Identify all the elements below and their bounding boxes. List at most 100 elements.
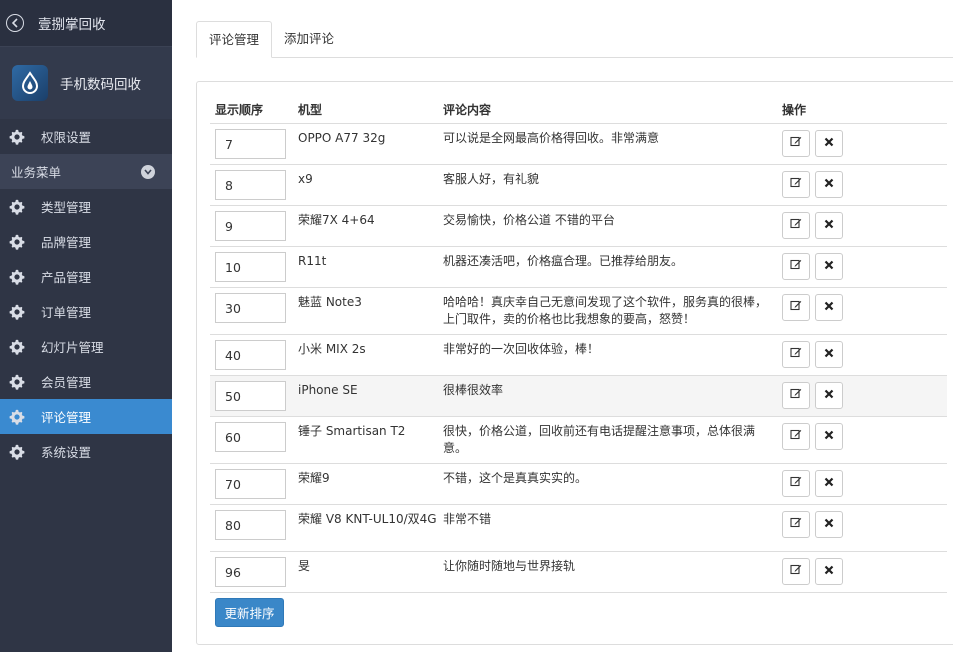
row-actions <box>782 470 947 497</box>
edit-button[interactable] <box>782 423 810 450</box>
update-sort-button[interactable]: 更新排序 <box>215 598 284 627</box>
order-cell <box>210 164 293 206</box>
edit-icon <box>790 475 802 492</box>
delete-button[interactable] <box>815 558 843 585</box>
sidebar-item[interactable]: 幻灯片管理 <box>0 329 172 364</box>
order-input[interactable] <box>215 469 286 499</box>
order-cell <box>210 123 293 165</box>
order-input[interactable] <box>215 340 286 370</box>
order-input[interactable] <box>215 381 286 411</box>
col-header-model: 机型 <box>293 96 438 124</box>
sidebar-item[interactable]: 系统设置 <box>0 434 172 469</box>
content-cell: 不错，这个是真真实实的。 <box>438 463 777 505</box>
delete-button[interactable] <box>815 382 843 409</box>
delete-button[interactable] <box>815 341 843 368</box>
sidebar-item-label: 幻灯片管理 <box>41 340 104 355</box>
edit-button[interactable] <box>782 511 810 538</box>
close-icon <box>824 346 834 363</box>
sidebar-item[interactable]: 评论管理 <box>0 399 172 434</box>
close-icon <box>824 428 834 445</box>
table-row: iPhone SE很棒很效率 <box>210 375 947 417</box>
delete-button[interactable] <box>815 470 843 497</box>
order-input[interactable] <box>215 211 286 241</box>
edit-button[interactable] <box>782 294 810 321</box>
content-cell: 让你随时随地与世界接轨 <box>438 551 777 593</box>
order-input[interactable] <box>215 293 286 323</box>
model-cell: iPhone SE <box>293 375 438 417</box>
gear-icon <box>9 234 25 250</box>
order-input[interactable] <box>215 422 286 452</box>
sidebar-item[interactable]: 类型管理 <box>0 189 172 224</box>
table-row: x9客服人好，有礼貌 <box>210 164 947 206</box>
delete-button[interactable] <box>815 511 843 538</box>
model-cell: 旻 <box>293 551 438 593</box>
chevron-down-icon <box>141 164 155 179</box>
table-row: 荣耀7X 4+64交易愉快，价格公道 不错的平台 <box>210 205 947 247</box>
gear-icon <box>9 199 25 215</box>
edit-button[interactable] <box>782 341 810 368</box>
order-input[interactable] <box>215 510 286 540</box>
close-icon <box>824 258 834 275</box>
delete-button[interactable] <box>815 212 843 239</box>
row-actions <box>782 171 947 198</box>
sidebar-item[interactable]: 品牌管理 <box>0 224 172 259</box>
order-cell <box>210 551 293 593</box>
sidebar-item-label: 权限设置 <box>41 130 92 145</box>
table-row: OPPO A77 32g可以说是全网最高价格得回收。非常满意 <box>210 123 947 165</box>
row-actions <box>782 294 947 321</box>
delete-button[interactable] <box>815 294 843 321</box>
sidebar-item-label: 会员管理 <box>41 375 92 390</box>
delete-button[interactable] <box>815 253 843 280</box>
edit-button[interactable] <box>782 253 810 280</box>
content-cell: 很棒很效率 <box>438 375 777 417</box>
sidebar-item[interactable]: 会员管理 <box>0 364 172 399</box>
edit-icon <box>790 563 802 580</box>
sidebar-section-business[interactable]: 业务菜单 <box>0 154 172 189</box>
back-icon[interactable] <box>6 14 24 32</box>
edit-button[interactable] <box>782 558 810 585</box>
model-cell: 荣耀9 <box>293 463 438 505</box>
sidebar-item-label: 评论管理 <box>41 410 92 425</box>
table-row: 荣耀9不错，这个是真真实实的。 <box>210 463 947 505</box>
order-input[interactable] <box>215 129 286 159</box>
ops-cell <box>777 504 947 552</box>
sidebar-item-label: 类型管理 <box>41 200 92 215</box>
edit-button[interactable] <box>782 470 810 497</box>
delete-button[interactable] <box>815 171 843 198</box>
ops-cell <box>777 287 947 335</box>
order-input[interactable] <box>215 557 286 587</box>
ops-cell <box>777 375 947 417</box>
delete-button[interactable] <box>815 130 843 157</box>
delete-button[interactable] <box>815 423 843 450</box>
col-header-order: 显示顺序 <box>210 96 293 124</box>
row-actions <box>782 423 947 450</box>
row-actions <box>782 558 947 585</box>
model-cell: 荣耀7X 4+64 <box>293 205 438 247</box>
sidebar-item[interactable]: 产品管理 <box>0 259 172 294</box>
order-cell <box>210 463 293 505</box>
edit-button[interactable] <box>782 212 810 239</box>
edit-button[interactable] <box>782 171 810 198</box>
edit-button[interactable] <box>782 382 810 409</box>
water-drop-icon <box>12 65 48 101</box>
sidebar-item-label: 系统设置 <box>41 445 92 460</box>
gear-icon <box>9 269 25 285</box>
order-input[interactable] <box>215 252 286 282</box>
sidebar-item[interactable]: 订单管理 <box>0 294 172 329</box>
order-cell <box>210 334 293 376</box>
close-icon <box>824 516 834 533</box>
content-cell: 交易愉快，价格公道 不错的平台 <box>438 205 777 247</box>
gear-icon <box>9 374 25 390</box>
gear-icon <box>9 304 25 320</box>
tab-comment-manage[interactable]: 评论管理 <box>196 21 273 58</box>
ops-cell <box>777 123 947 165</box>
edit-button[interactable] <box>782 130 810 157</box>
edit-icon <box>790 135 802 152</box>
row-actions <box>782 212 947 239</box>
sidebar-item-label: 品牌管理 <box>41 235 92 250</box>
close-icon <box>824 563 834 580</box>
edit-icon <box>790 428 802 445</box>
tab-add-comment[interactable]: 添加评论 <box>272 21 346 57</box>
order-input[interactable] <box>215 170 286 200</box>
sidebar-item-permission[interactable]: 权限设置 <box>0 119 172 154</box>
